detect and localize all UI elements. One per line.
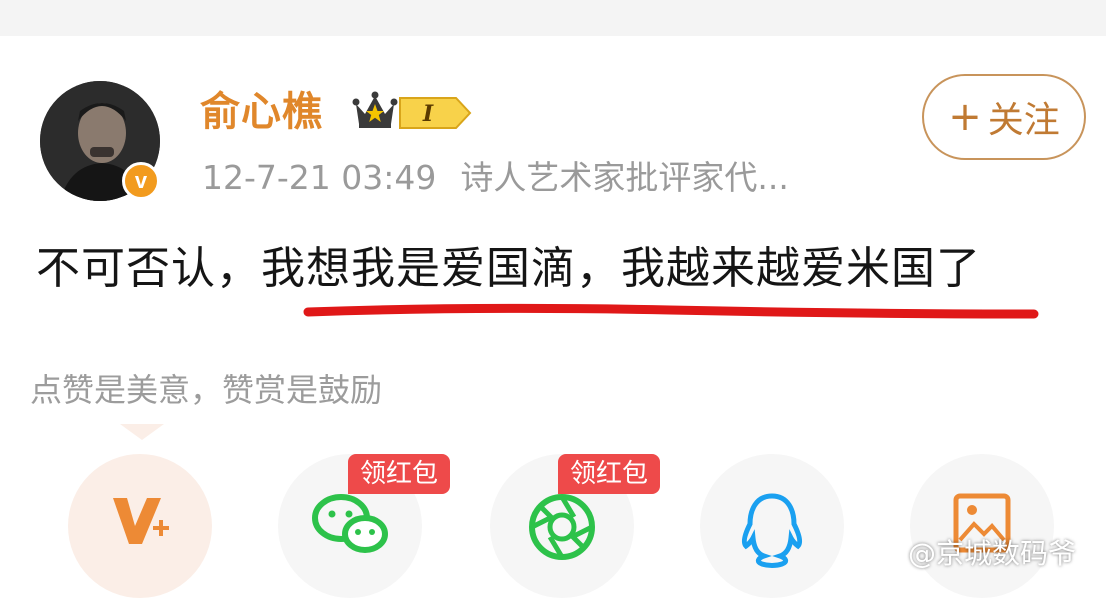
- crown-icon: [352, 91, 398, 128]
- post-content: 不可否认，我想我是爱国滴，我越来越爱米国了: [36, 243, 981, 294]
- red-packet-tag: 领红包: [558, 454, 661, 494]
- follow-button[interactable]: + 关注: [922, 74, 1086, 160]
- red-underline-annotation: [303, 303, 1039, 319]
- level-badge-icon: I: [399, 97, 472, 129]
- reward-option-vip[interactable]: [68, 454, 212, 598]
- watermark: @京城数码爷: [868, 534, 1076, 574]
- watermark-text: @京城数码爷: [908, 537, 1077, 570]
- post-time: 12-7-21 03:49: [202, 158, 437, 197]
- reward-hint: 点赞是美意，赞赏是鼓励: [30, 371, 383, 409]
- reward-option-qq[interactable]: [700, 454, 844, 598]
- post-meta: 12-7-21 03:49 诗人艺术家批评家代...: [202, 154, 789, 202]
- reward-option-image[interactable]: [910, 454, 1054, 598]
- level-badge-label: I: [422, 101, 434, 127]
- red-packet-tag: 领红包: [348, 454, 451, 494]
- wechat-icon: [312, 494, 388, 553]
- top-bar: [0, 0, 1106, 36]
- plus-icon: +: [948, 94, 982, 140]
- author-bio: 诗人艺术家批评家代...: [460, 158, 789, 197]
- moments-icon: [529, 494, 595, 560]
- weibo-logo-icon: [868, 542, 902, 568]
- verified-badge-icon: v: [122, 162, 160, 200]
- selection-pointer: [120, 424, 164, 440]
- follow-label: 关注: [987, 100, 1060, 141]
- author-name[interactable]: 俞心樵: [200, 86, 323, 138]
- qq-icon: [741, 493, 803, 568]
- vip-v-plus-icon: [113, 498, 169, 544]
